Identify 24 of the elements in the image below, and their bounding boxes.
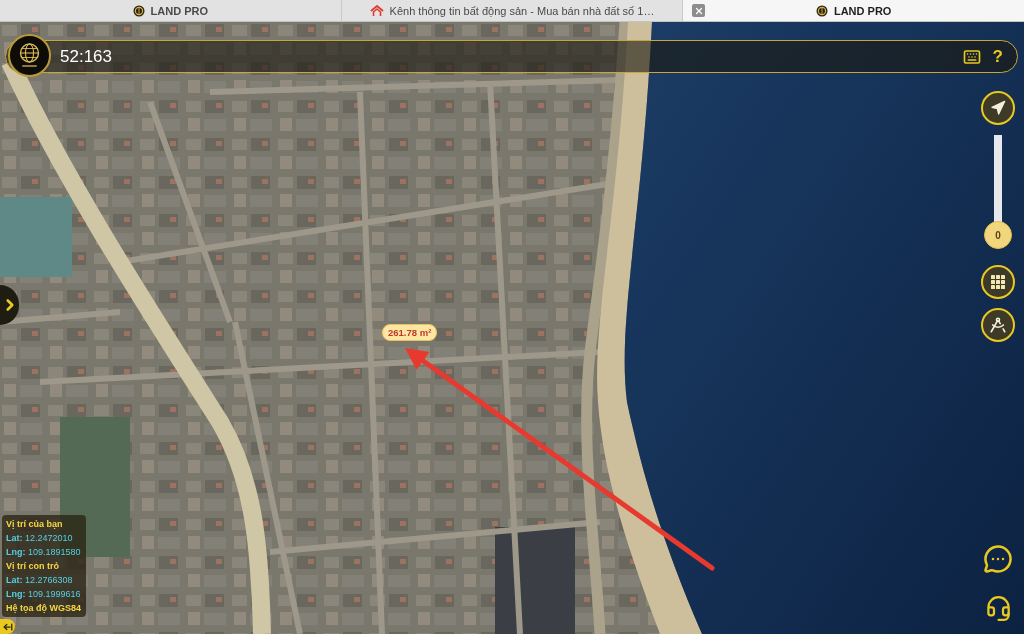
coordinate-text: Lng: 109.1891580 bbox=[6, 546, 82, 559]
coordinate-text: Lat: 12.2766308 bbox=[6, 574, 74, 587]
round-logo-icon bbox=[132, 4, 145, 17]
area-label: 261.78 m² bbox=[382, 324, 438, 341]
house-logo-icon bbox=[369, 4, 384, 17]
panel-heading: Vị trí của bạn bbox=[6, 518, 64, 531]
chat-icon[interactable] bbox=[983, 544, 1013, 574]
round-logo-icon bbox=[815, 4, 828, 17]
grid-icon bbox=[991, 275, 1005, 289]
help-button[interactable]: ? bbox=[990, 46, 1005, 67]
search-field[interactable]: 52:163 ? bbox=[5, 40, 1018, 73]
coordinate-text: Lat: 12.2472010 bbox=[6, 532, 74, 545]
slider-track[interactable]: 0 bbox=[984, 135, 1012, 249]
coordinate-text: Lng: 109.1999616 bbox=[6, 588, 82, 601]
navigation-arrow-icon bbox=[990, 100, 1006, 116]
panel-heading: Hệ tọa độ WGS84 bbox=[6, 602, 82, 615]
drafting-compass-icon bbox=[989, 316, 1007, 334]
keyboard-icon[interactable] bbox=[962, 47, 981, 66]
close-icon[interactable] bbox=[692, 4, 706, 17]
arrow-left-icon bbox=[2, 621, 13, 632]
browser-tab[interactable]: LAND PRO bbox=[682, 0, 1024, 21]
headset-icon[interactable] bbox=[985, 595, 1012, 622]
panel-heading: Vị trí con trỏ bbox=[6, 560, 60, 573]
globe-logo-icon[interactable] bbox=[8, 34, 51, 77]
